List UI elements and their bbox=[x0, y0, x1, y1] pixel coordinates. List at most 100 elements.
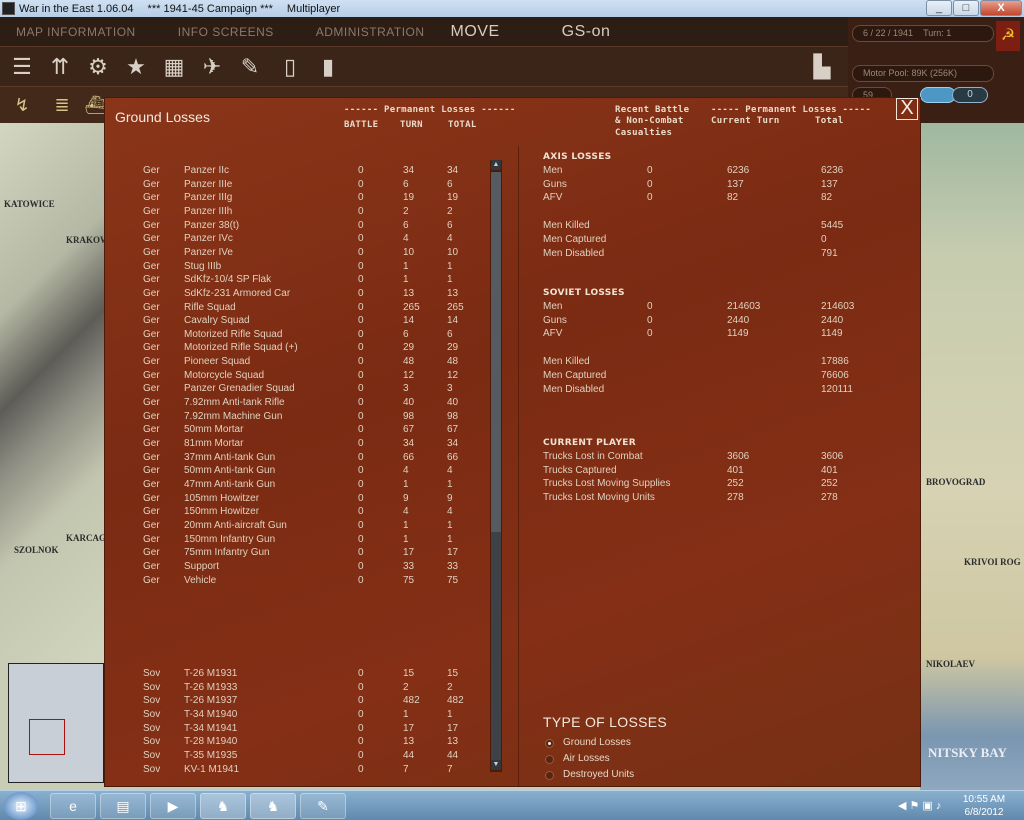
turn-losses: 4 bbox=[403, 465, 409, 477]
radio-label: Ground Losses bbox=[563, 737, 631, 748]
stats-icon[interactable]: ▙ bbox=[808, 53, 836, 81]
total-losses: 13 bbox=[447, 736, 459, 748]
axis-disabled-label: Men Disabled bbox=[543, 248, 605, 259]
current-player-row: Trucks Lost Moving Units 278 278 bbox=[543, 492, 883, 505]
turn-losses: 7 bbox=[403, 763, 409, 775]
ie-taskbar-icon[interactable]: e bbox=[50, 793, 96, 819]
minimap[interactable] bbox=[8, 663, 104, 783]
taskbar-clock[interactable]: 10:55 AM 6/8/2012 bbox=[960, 793, 1008, 819]
weather-icon[interactable]: ▦ bbox=[160, 53, 188, 81]
soviet-men-disabled-row: Men Disabled 120111 bbox=[543, 384, 883, 397]
radio-dot-icon[interactable] bbox=[545, 755, 554, 764]
turn-losses: 98 bbox=[403, 410, 415, 422]
turn-losses: 2 bbox=[403, 205, 409, 217]
turn-losses: 19 bbox=[403, 192, 415, 204]
turn-losses: 6 bbox=[403, 328, 409, 340]
battle-losses: 0 bbox=[358, 219, 364, 231]
total-losses: 33 bbox=[447, 560, 459, 572]
menu-gs-on[interactable]: GS-on bbox=[562, 23, 611, 41]
aircraft-icon[interactable]: ✈ bbox=[198, 53, 226, 81]
soviet-loss-row: AFV 0 1149 1149 bbox=[543, 328, 883, 341]
left-group-header: ------ Permanent Losses ------ bbox=[344, 105, 516, 115]
soviet-disabled-total: 120111 bbox=[821, 384, 853, 395]
losses-scrollbar[interactable]: ▲ ▼ bbox=[490, 160, 502, 772]
scroll-track[interactable] bbox=[491, 532, 501, 760]
radio-dot-icon[interactable] bbox=[545, 739, 554, 748]
player-current-turn: 252 bbox=[727, 478, 744, 490]
total-losses: 265 bbox=[447, 301, 464, 313]
menu-move[interactable]: MOVE bbox=[451, 23, 500, 41]
unit-name: SdKfz-10/4 SP Flak bbox=[184, 274, 272, 286]
start-button[interactable]: ⊞ bbox=[4, 792, 38, 820]
status-pill-1[interactable] bbox=[920, 87, 956, 103]
menu-map-information[interactable]: MAP INFORMATION bbox=[16, 25, 136, 39]
turn-label: Turn: 1 bbox=[923, 28, 952, 38]
turn-losses: 13 bbox=[403, 736, 415, 748]
media-player-taskbar-icon[interactable]: ▶ bbox=[150, 793, 196, 819]
scroll-thumb[interactable] bbox=[491, 172, 501, 532]
battle-losses: 0 bbox=[358, 287, 364, 299]
fuel-icon[interactable]: ▯ bbox=[276, 53, 304, 81]
supply-icon[interactable]: ✎ bbox=[236, 53, 264, 81]
scroll-down-arrow-icon[interactable]: ▼ bbox=[491, 760, 501, 770]
battle-losses: 0 bbox=[358, 465, 364, 477]
unit-name: KV-1 M1941 bbox=[184, 763, 240, 775]
minimize-button[interactable]: _ bbox=[926, 0, 952, 16]
unit-name: Motorized Rifle Squad (+) bbox=[184, 342, 298, 354]
status-pill-2[interactable]: 0 bbox=[952, 87, 988, 103]
gear-icon[interactable]: ⚙ bbox=[84, 53, 112, 81]
total-losses: 2 bbox=[447, 681, 453, 693]
game-taskbar-icon-1[interactable]: ♞ bbox=[200, 793, 246, 819]
move-icon[interactable]: ↯ bbox=[8, 91, 36, 119]
battle-losses: 0 bbox=[358, 722, 364, 734]
player-total: 401 bbox=[821, 464, 838, 476]
paint-taskbar-icon[interactable]: ✎ bbox=[300, 793, 346, 819]
recent-header-3: Casualties bbox=[615, 128, 673, 138]
soviet-men-captured-row: Men Captured 76606 bbox=[543, 370, 883, 383]
soviet-loss-recent: 0 bbox=[647, 301, 653, 312]
radio-dot-icon[interactable] bbox=[545, 771, 554, 780]
turn-losses: 1 bbox=[403, 708, 409, 720]
date-turn-box: 6 / 22 / 1941 Turn: 1 bbox=[852, 25, 994, 42]
star-icon[interactable]: ★ bbox=[122, 53, 150, 81]
dialog-close-button[interactable]: X bbox=[896, 98, 918, 120]
total-losses: 17 bbox=[447, 547, 459, 559]
unit-side: Ger bbox=[143, 246, 160, 258]
turn-losses: 1 bbox=[403, 533, 409, 545]
battle-losses: 0 bbox=[358, 410, 364, 422]
scroll-up-arrow-icon[interactable]: ▲ bbox=[491, 160, 501, 170]
battle-losses: 0 bbox=[358, 547, 364, 559]
units-icon[interactable]: ⇈ bbox=[46, 53, 74, 81]
battle-losses: 0 bbox=[358, 681, 364, 693]
battle-losses: 0 bbox=[358, 533, 364, 545]
total-losses: 1 bbox=[447, 533, 453, 545]
current-player-row: Trucks Captured 401 401 bbox=[543, 465, 883, 478]
minimap-viewport[interactable] bbox=[29, 719, 65, 755]
right-group-header: ----- Permanent Losses ----- bbox=[711, 105, 872, 115]
battle-losses: 0 bbox=[358, 506, 364, 518]
game-taskbar-icon-2[interactable]: ♞ bbox=[250, 793, 296, 819]
tray-icons[interactable]: ◀ ⚑ ▣ ♪ bbox=[898, 799, 941, 812]
unit-side: Ger bbox=[143, 301, 160, 313]
explorer-taskbar-icon[interactable]: ▤ bbox=[100, 793, 146, 819]
turn-losses: 3 bbox=[403, 383, 409, 395]
soviet-losses-heading: SOVIET LOSSES bbox=[543, 288, 625, 298]
maximize-button[interactable]: □ bbox=[953, 0, 979, 16]
axis-men-killed-row: Men Killed 5445 bbox=[543, 220, 883, 233]
unit-side: Ger bbox=[143, 219, 160, 231]
axis-men-captured-row: Men Captured 0 bbox=[543, 234, 883, 247]
rail-icon[interactable]: ≣ bbox=[48, 91, 76, 119]
menu-administration[interactable]: ADMINISTRATION bbox=[316, 25, 425, 39]
unit-side: Ger bbox=[143, 465, 160, 477]
menu-info-screens[interactable]: INFO SCREENS bbox=[178, 25, 274, 39]
total-losses: 482 bbox=[447, 695, 464, 707]
map-terrain-right bbox=[920, 123, 1024, 790]
battle-losses: 0 bbox=[358, 369, 364, 381]
turn-losses: 75 bbox=[403, 574, 415, 586]
layers-icon[interactable]: ☰ bbox=[8, 53, 36, 81]
unit-name: T-26 M1933 bbox=[184, 681, 238, 693]
window-close-button[interactable]: X bbox=[980, 0, 1022, 16]
total-losses: 98 bbox=[447, 410, 459, 422]
document-icon[interactable]: ▮ bbox=[314, 53, 342, 81]
soviet-loss-row: Men 0 214603 214603 bbox=[543, 301, 883, 314]
